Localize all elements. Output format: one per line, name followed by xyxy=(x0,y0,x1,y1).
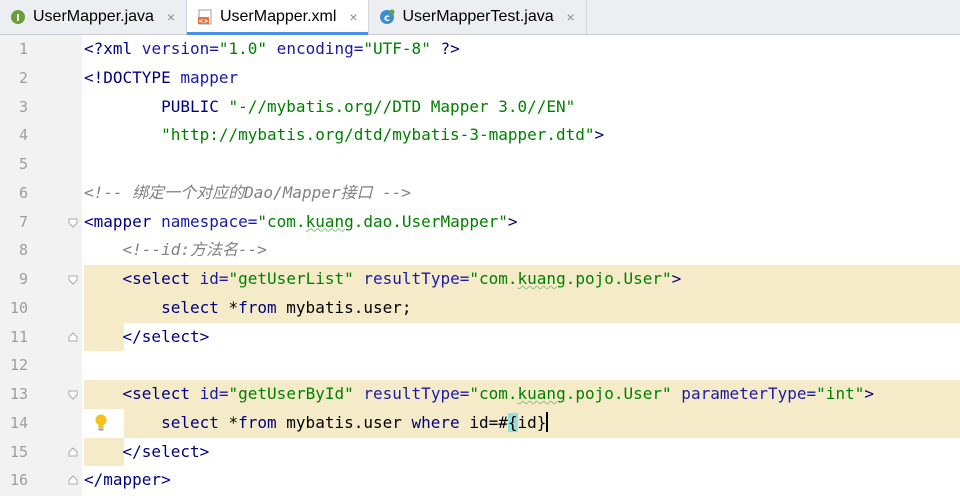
code-text: <!--id:方法名--> xyxy=(122,240,267,260)
code-text: "http://mybatis.org/dtd/mybatis-3-mapper… xyxy=(161,125,605,145)
line-number: 15 xyxy=(9,442,28,461)
tab-label: UserMapper.xml xyxy=(219,8,337,25)
fold-collapse-icon[interactable] xyxy=(68,275,78,285)
svg-text:<>: <> xyxy=(198,18,208,25)
code-line: 13 <select id="getUserById" resultType="… xyxy=(0,380,960,409)
svg-text:I: I xyxy=(16,13,20,24)
svg-text:c: c xyxy=(384,13,390,24)
fold-collapse-icon[interactable] xyxy=(68,390,78,400)
class-icon: c xyxy=(379,9,395,25)
line-number: 3 xyxy=(18,97,28,116)
line-number: 12 xyxy=(9,356,28,375)
tab-label: UserMapper.java xyxy=(33,8,154,25)
xml-comment: <!-- 绑定一个对应的Dao/Mapper接口 --> xyxy=(84,182,412,202)
code-line: 8 <!--id:方法名--> xyxy=(0,236,960,265)
code-line: 15 </select> xyxy=(0,438,960,467)
code-line: 2 <!DOCTYPE mapper xyxy=(0,64,960,93)
code-text: PUBLIC "-//mybatis.org//DTD Mapper 3.0//… xyxy=(161,96,576,116)
line-number: 8 xyxy=(18,241,28,260)
line-number: 5 xyxy=(18,155,28,173)
xml-file-icon: <> xyxy=(197,9,213,25)
line-number: 9 xyxy=(18,270,28,288)
line-number: 4 xyxy=(18,126,28,145)
text-caret xyxy=(546,411,549,432)
code-text: <!DOCTYPE mapper xyxy=(84,67,239,87)
tab-label: UserMapperTest.java xyxy=(402,8,554,25)
close-icon[interactable]: × xyxy=(164,9,178,25)
line-number: 1 xyxy=(18,40,28,58)
code-text: <?xml version="1.0" encoding="UTF-8" ?> xyxy=(84,39,460,58)
code-text: <select id="getUserList" resultType="com… xyxy=(122,269,682,288)
line-number: 16 xyxy=(9,471,28,490)
interface-icon: I xyxy=(10,9,26,25)
code-text: </select> xyxy=(122,326,210,346)
code-line: 16 </mapper> xyxy=(0,466,960,495)
line-number: 11 xyxy=(9,327,28,346)
line-number: 14 xyxy=(9,413,28,432)
code-line: 7 <mapper namespace="com.kuang.dao.UserM… xyxy=(0,208,960,237)
tab-usermapper-java[interactable]: I UserMapper.java × xyxy=(0,0,187,34)
line-number: 10 xyxy=(9,298,28,317)
fold-collapse-icon[interactable] xyxy=(68,218,78,228)
line-number: 2 xyxy=(18,68,28,87)
code-line: 5 xyxy=(0,150,960,179)
close-icon[interactable]: × xyxy=(564,9,578,25)
code-line: 11 </select> xyxy=(0,323,960,352)
code-editor[interactable]: 1 <?xml version="1.0" encoding="UTF-8" ?… xyxy=(0,35,960,496)
code-line: 9 <select id="getUserList" resultType="c… xyxy=(0,265,960,294)
line-number: 6 xyxy=(18,183,28,202)
code-text: </mapper> xyxy=(84,470,171,490)
line-number: 7 xyxy=(18,212,28,231)
tab-usermappertest-java[interactable]: c UserMapperTest.java × xyxy=(369,0,587,34)
fold-end-icon[interactable] xyxy=(68,446,78,457)
matched-brace: { xyxy=(507,412,518,432)
parameter-name: id xyxy=(517,412,537,432)
code-line: 1 <?xml version="1.0" encoding="UTF-8" ?… xyxy=(0,35,960,64)
code-text: </select> xyxy=(122,441,210,461)
fold-end-icon[interactable] xyxy=(68,331,78,342)
editor-tab-bar: I UserMapper.java × <> UserMapper.xml × … xyxy=(0,0,960,35)
sql-statement: select *from mybatis.user where id=#{id} xyxy=(161,411,549,432)
line-number: 13 xyxy=(9,385,28,403)
code-line: 6 <!-- 绑定一个对应的Dao/Mapper接口 --> xyxy=(0,179,960,208)
fold-end-icon[interactable] xyxy=(68,475,78,485)
close-icon[interactable]: × xyxy=(346,9,360,25)
tab-usermapper-xml[interactable]: <> UserMapper.xml × xyxy=(186,0,370,35)
code-line: 10 select *from mybatis.user; xyxy=(0,294,960,323)
code-text: <mapper namespace="com.kuang.dao.UserMap… xyxy=(84,211,518,231)
code-line: 14 select *from mybatis.user where id=#{… xyxy=(0,409,960,438)
sql-statement: select *from mybatis.user; xyxy=(161,297,412,317)
code-line: 12 xyxy=(0,351,960,380)
code-line: 4 "http://mybatis.org/dtd/mybatis-3-mapp… xyxy=(0,121,960,150)
code-line: 3 PUBLIC "-//mybatis.org//DTD Mapper 3.0… xyxy=(0,93,960,122)
code-text: <select id="getUserById" resultType="com… xyxy=(122,384,874,403)
